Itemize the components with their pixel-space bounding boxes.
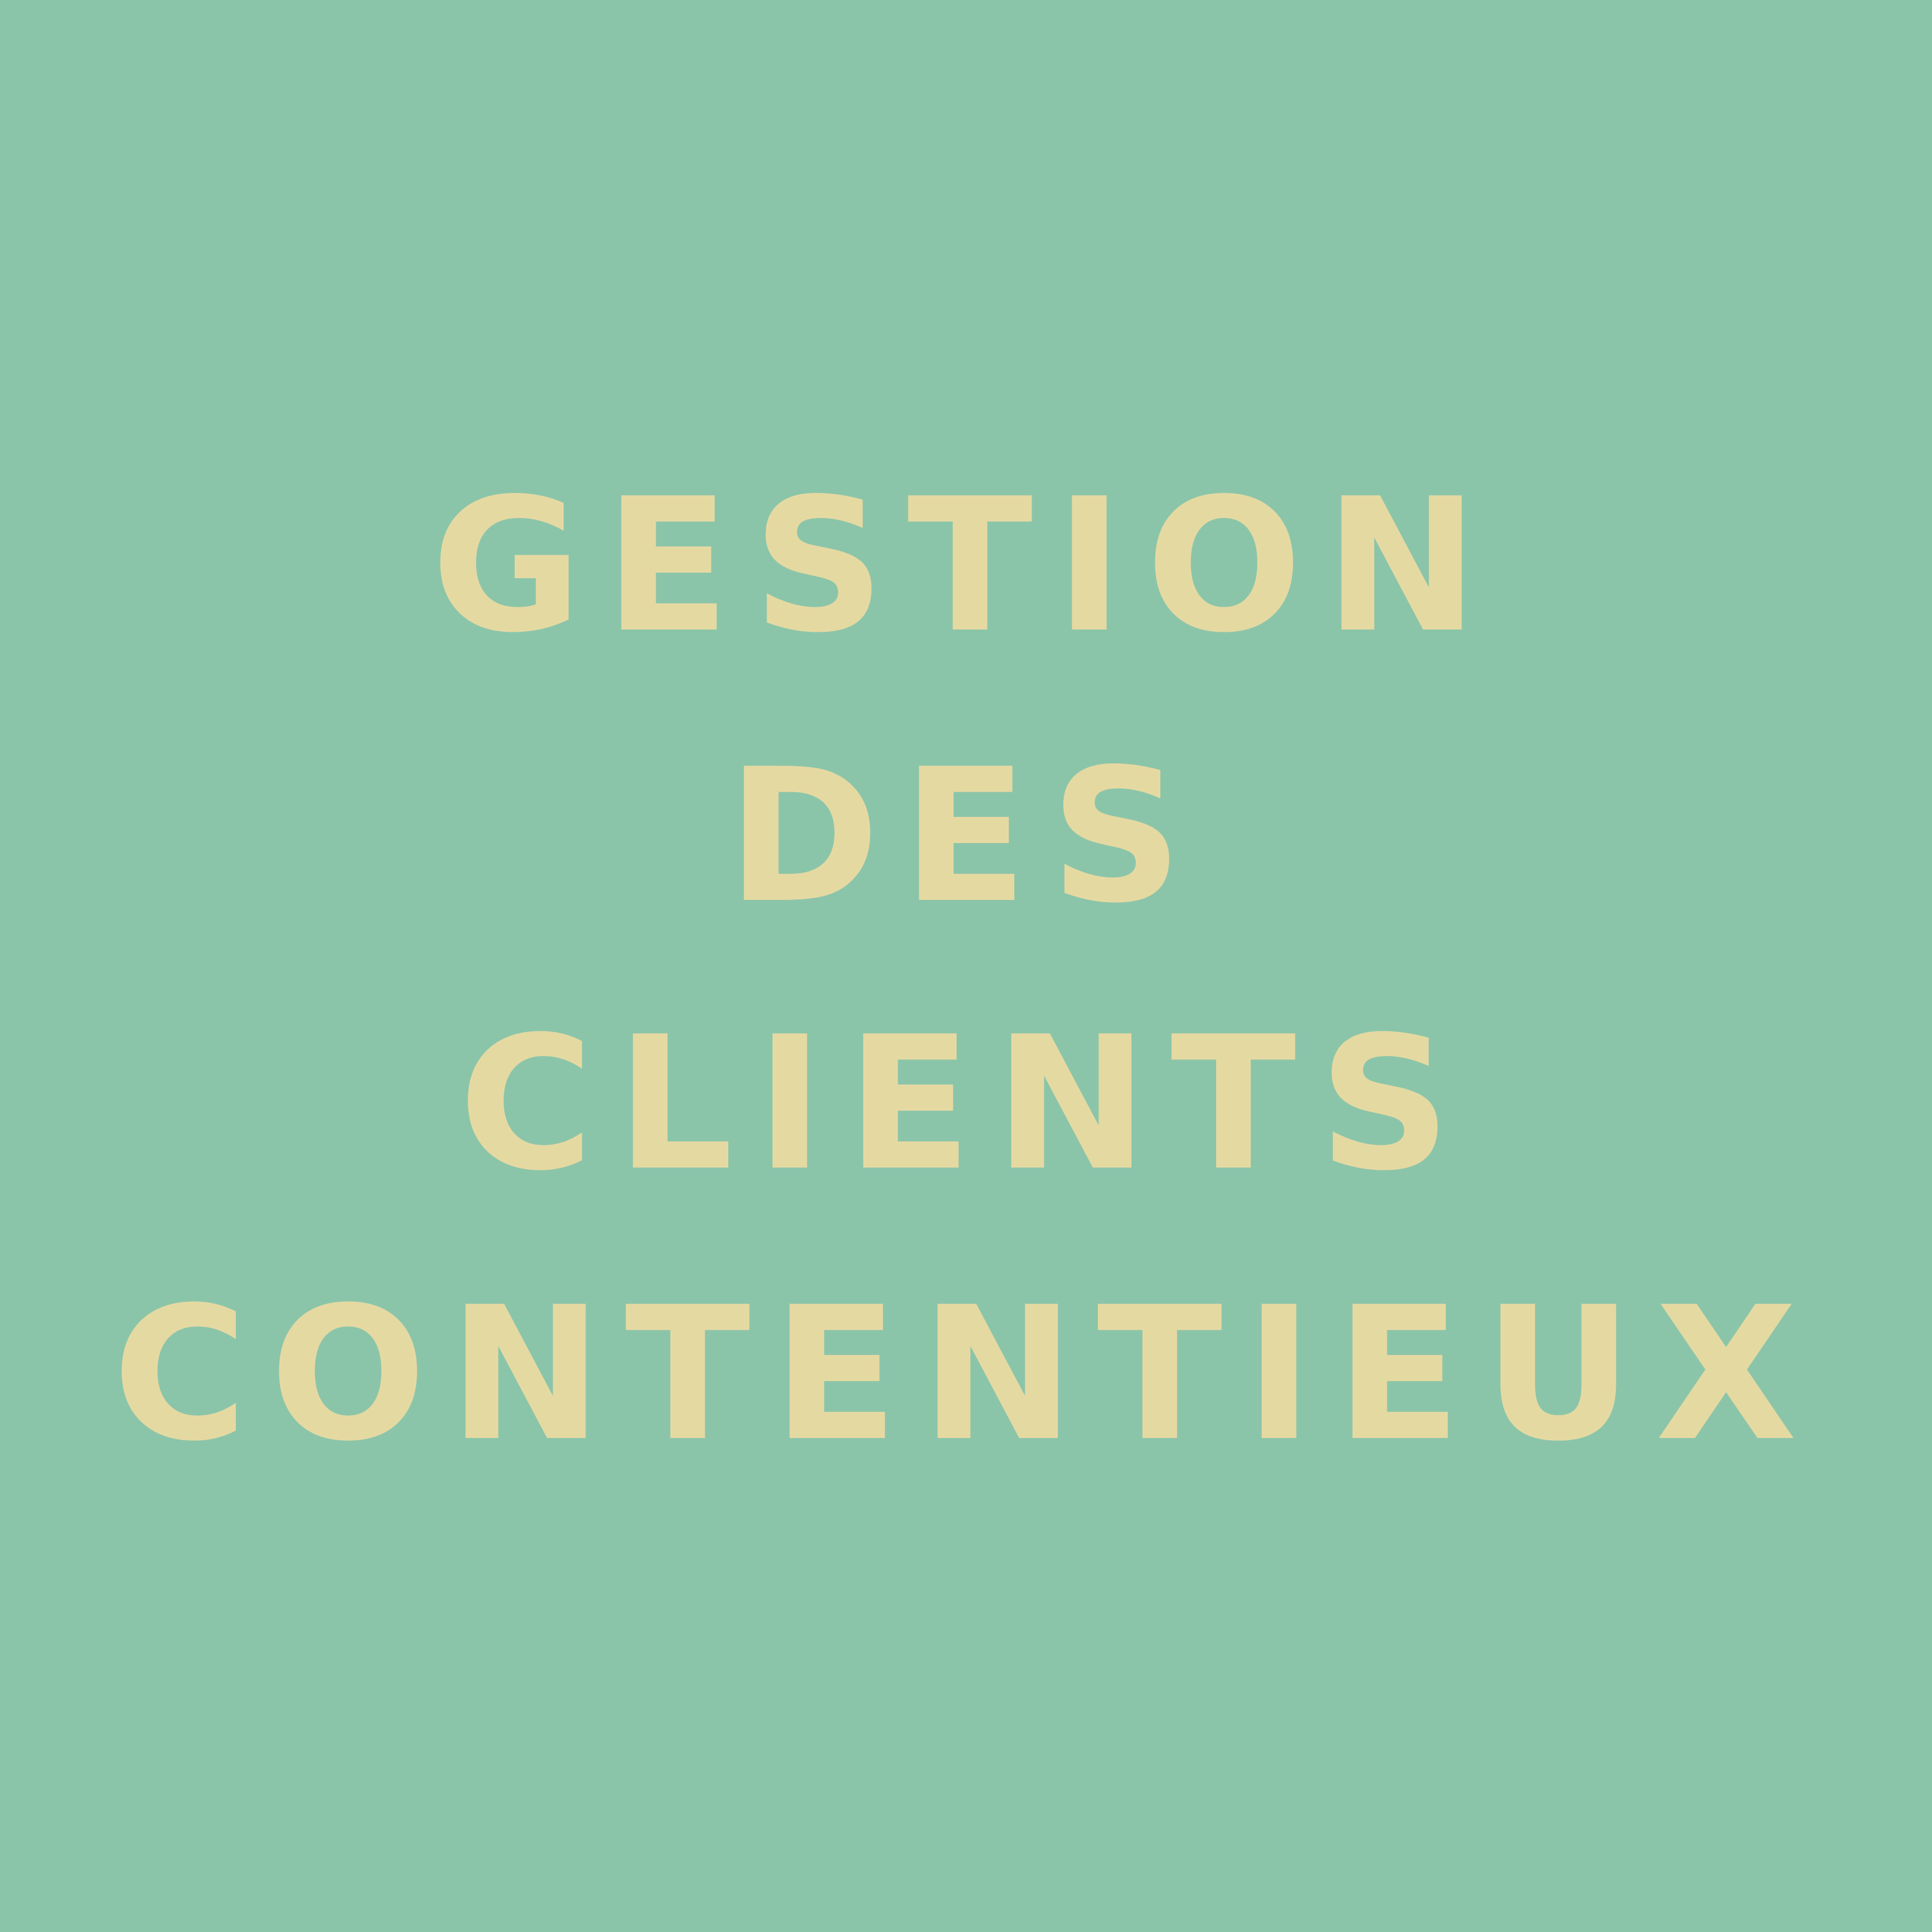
title-line-clients: CLIENTS (458, 997, 1474, 1211)
title-line-gestion: GESTION (431, 459, 1501, 673)
title-card: GESTION DES CLIENTS CONTENTIEUX (0, 0, 1932, 1932)
title-text-block: GESTION DES CLIENTS CONTENTIEUX (0, 0, 1932, 1932)
title-line-contentieux: CONTENTIEUX (112, 1267, 1820, 1481)
title-line-des: DES (727, 729, 1205, 943)
